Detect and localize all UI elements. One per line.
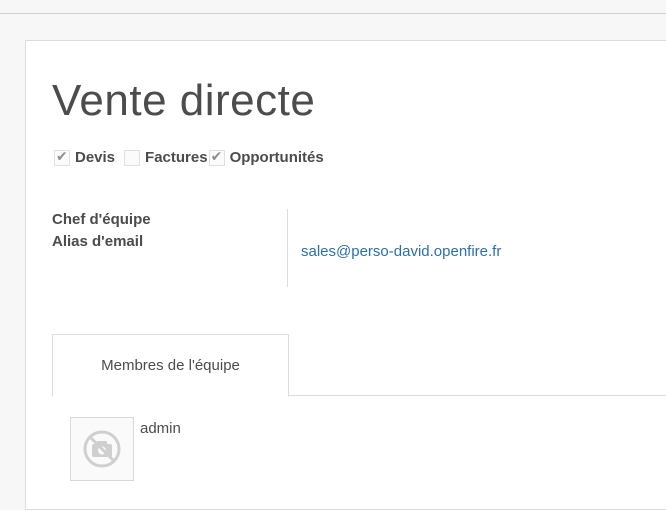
field-labels: Chef d'équipe Alias d'email [52,209,151,253]
factures-label: Factures [145,149,208,166]
options-row: ✔ Devis Factures ✔ Opportunités [54,147,324,166]
no-photo-icon [83,430,121,468]
email-alias-link[interactable]: sales@perso-david.openfire.fr [301,243,501,260]
field-divider [287,209,288,287]
option-devis[interactable]: ✔ Devis [54,147,116,166]
option-factures[interactable]: Factures [124,149,208,166]
page-title: Vente directe [52,76,316,125]
tab-team-members[interactable]: Membres de l'équipe [52,334,289,397]
member-name: admin [140,420,181,437]
option-opportunites[interactable]: ✔ Opportunités [208,147,324,166]
check-icon: ✔ [56,147,68,164]
factures-checkbox[interactable] [124,149,141,166]
team-leader-label: Chef d'équipe [52,211,151,228]
avatar [70,417,134,481]
check-icon: ✔ [210,147,223,164]
form-sheet: Vente directe ✔ Devis Factures ✔ Opportu… [25,40,666,510]
devis-label: Devis [75,149,116,166]
member-card[interactable]: admin [70,417,181,481]
devis-checkbox[interactable]: ✔ [54,147,70,166]
top-divider [0,13,666,14]
opportunites-checkbox[interactable]: ✔ [208,147,225,166]
email-alias-label: Alias d'email [52,233,144,250]
opportunites-label: Opportunités [229,149,324,166]
